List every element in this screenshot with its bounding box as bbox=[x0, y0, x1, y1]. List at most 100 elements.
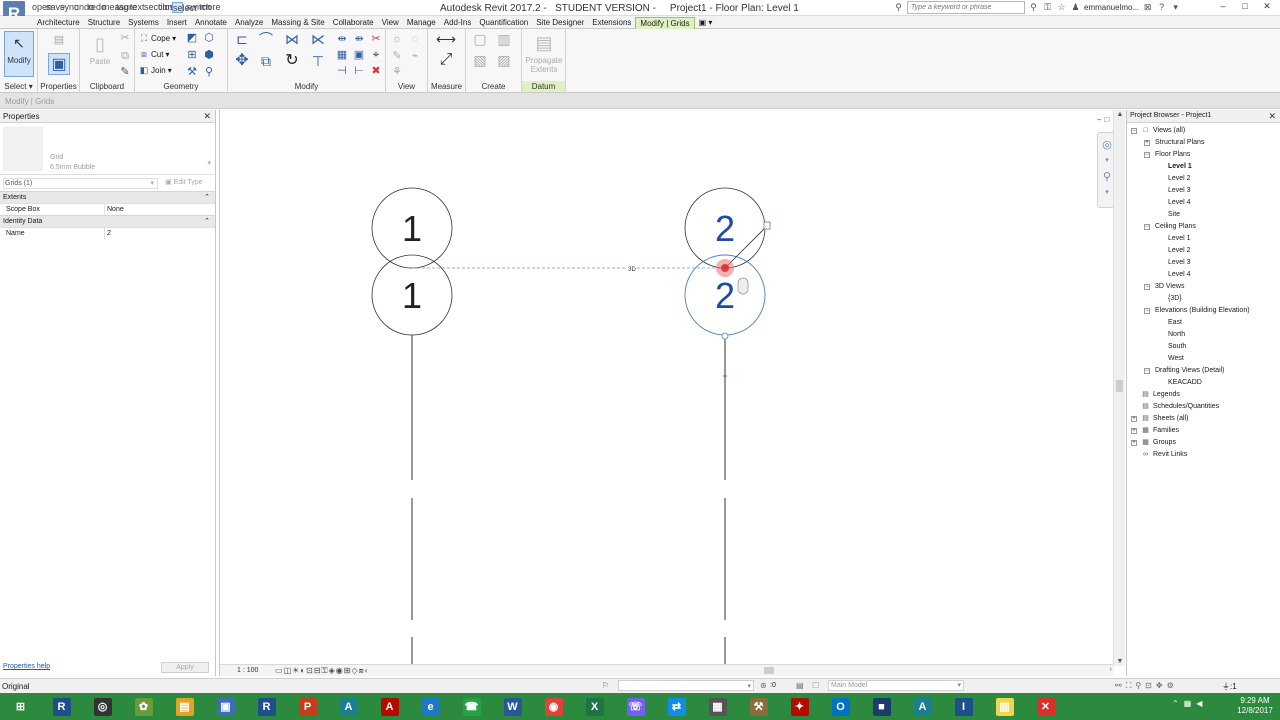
taskbar-viber[interactable]: ☏ bbox=[615, 693, 656, 720]
properties-palette-icon[interactable]: ▣ bbox=[48, 53, 70, 75]
save-icon[interactable]: save bbox=[46, 2, 65, 13]
close-icon[interactable]: ✕ bbox=[203, 111, 211, 122]
drag-on-selection-icon[interactable]: ✥ bbox=[1156, 681, 1163, 691]
taskbar-start[interactable]: ⊞ bbox=[0, 693, 41, 720]
collapse-icon[interactable]: − bbox=[1144, 224, 1150, 230]
browser-node[interactable]: East bbox=[1127, 317, 1280, 329]
user-name[interactable]: emmanuelmo... bbox=[1084, 3, 1139, 12]
propagate-extents-button[interactable]: ▤ Propagate Extents bbox=[524, 32, 564, 74]
tab-structure[interactable]: Structure bbox=[84, 17, 124, 29]
properties-help-link[interactable]: Properties help bbox=[3, 663, 50, 670]
tab-annotate[interactable]: Annotate bbox=[191, 17, 231, 29]
browser-node[interactable]: − Floor Plans bbox=[1127, 149, 1280, 161]
horizontal-scrollbar-thumb[interactable] bbox=[764, 667, 774, 674]
detail-level-icon[interactable]: ▭ bbox=[275, 666, 283, 676]
volume-icon[interactable]: ◀ bbox=[1196, 699, 1202, 708]
split-gap-icon[interactable]: ⇻ bbox=[352, 32, 366, 46]
aligned-dimension-icon[interactable]: ⤢ bbox=[432, 52, 460, 68]
taskbar-whatsapp[interactable]: ☎ bbox=[451, 693, 492, 720]
delete-icon[interactable]: ✖ bbox=[369, 64, 383, 78]
panel-label-select[interactable]: Select ▾ bbox=[0, 81, 37, 92]
view-minimize-button[interactable]: – bbox=[1097, 115, 1101, 124]
chevron-up-icon[interactable]: ⌃ bbox=[1172, 699, 1179, 708]
browser-node[interactable]: ▤ Schedules/Quantities bbox=[1127, 401, 1280, 413]
editing-requests-icon[interactable]: ⊛ bbox=[760, 681, 767, 690]
browser-node[interactable]: − Ceiling Plans bbox=[1127, 221, 1280, 233]
taskbar-autodesk[interactable]: I bbox=[943, 693, 984, 720]
grid-drawing[interactable]: 1 1 3D 2 2 bbox=[220, 110, 1114, 664]
collapse-icon[interactable]: − bbox=[1144, 368, 1150, 374]
expand-icon[interactable]: + bbox=[1131, 428, 1137, 434]
browser-node[interactable]: Site bbox=[1127, 209, 1280, 221]
browser-node[interactable]: Level 4 bbox=[1127, 197, 1280, 209]
browser-node[interactable]: Level 1 bbox=[1127, 233, 1280, 245]
scope-box-value[interactable]: None bbox=[104, 204, 213, 215]
taskbar-word[interactable]: W bbox=[492, 693, 533, 720]
paste-button[interactable]: ▯ Paste bbox=[86, 33, 114, 66]
align-icon[interactable]: ⊏ bbox=[232, 32, 252, 46]
create-group-icon[interactable]: ▧ bbox=[470, 53, 490, 67]
background-processes-icon[interactable]: ⚙ bbox=[1167, 681, 1174, 691]
drag-grip-icon[interactable] bbox=[721, 332, 729, 340]
select-by-face-icon[interactable]: ⊡ bbox=[1145, 681, 1152, 691]
taskbar-pdf[interactable]: ✦ bbox=[779, 693, 820, 720]
scale-icon[interactable]: ▣ bbox=[352, 48, 366, 62]
taskbar-chrome[interactable]: ◉ bbox=[533, 693, 574, 720]
scroll-left-icon[interactable]: ‹ bbox=[365, 666, 368, 676]
measure-between-icon[interactable]: ⟷ bbox=[432, 32, 460, 46]
network-icon[interactable]: ▦ bbox=[1184, 699, 1192, 708]
filter-count[interactable]: ⏚:1 bbox=[1222, 681, 1237, 692]
browser-node[interactable]: ▤ Legends bbox=[1127, 389, 1280, 401]
browser-node[interactable]: − □ Views (all) bbox=[1127, 125, 1280, 137]
scrollbar-thumb[interactable] bbox=[1116, 380, 1123, 392]
scroll-right-icon[interactable]: › bbox=[1110, 666, 1112, 673]
tab-massing-site[interactable]: Massing & Site bbox=[267, 17, 328, 29]
wall-joins-icon[interactable]: ⊞ bbox=[185, 48, 199, 62]
open-icon[interactable]: open bbox=[32, 2, 52, 13]
paint-brush-icon[interactable]: ⚘ bbox=[390, 65, 404, 79]
taskbar-app-3[interactable]: ✿ bbox=[123, 693, 164, 720]
exchange-icon[interactable]: ⊠ bbox=[1142, 2, 1153, 13]
dimension-tag[interactable]: 3D bbox=[628, 267, 636, 273]
sun-path-icon[interactable]: ☀ bbox=[292, 666, 299, 676]
tab-add-ins[interactable]: Add-Ins bbox=[440, 17, 476, 29]
browser-node[interactable]: Level 3 bbox=[1127, 257, 1280, 269]
paint-icon[interactable]: ⬡ bbox=[202, 31, 216, 45]
taskbar-notes[interactable]: ▥ bbox=[984, 693, 1025, 720]
taskbar-edge[interactable]: e bbox=[410, 693, 451, 720]
worksets-icon[interactable]: ⚐ bbox=[602, 681, 609, 690]
worksharing-icon[interactable]: ⊞ bbox=[344, 666, 351, 676]
section-icon[interactable]: section bbox=[144, 2, 173, 13]
pick-icon[interactable]: ⚲ bbox=[202, 65, 216, 79]
subscription-icon[interactable]: ⚿ bbox=[1042, 2, 1053, 13]
switch-icon[interactable]: switch bbox=[186, 2, 211, 13]
taskbar-explorer[interactable]: ▤ bbox=[164, 693, 205, 720]
tab-systems[interactable]: Systems bbox=[124, 17, 163, 29]
taskbar-autocad[interactable]: A bbox=[328, 693, 369, 720]
split-element-icon[interactable]: ⇹ bbox=[335, 32, 349, 46]
cut-button[interactable]: ⧈ Cut ▾ bbox=[139, 49, 169, 60]
taskbar-teamviewer[interactable]: ⇄ bbox=[656, 693, 697, 720]
unpin-icon[interactable]: ✂ bbox=[369, 32, 383, 46]
temporary-hide-icon[interactable]: ◈ bbox=[329, 666, 335, 676]
taskbar-chrome-alt[interactable]: ◎ bbox=[82, 693, 123, 720]
drawing-area[interactable]: 1 1 3D 2 2 – □ ✕ ◎ ▾ ⚲ ▾ ▲ ▼ 1 : 10 bbox=[219, 110, 1125, 676]
visual-style-icon[interactable]: ◫ bbox=[284, 666, 292, 676]
highlight-displacement-icon[interactable]: ⧈ bbox=[359, 666, 364, 676]
binoculars-icon[interactable]: ⚲ bbox=[893, 2, 904, 13]
expand-icon[interactable]: + bbox=[1144, 140, 1150, 146]
taskbar-terminal[interactable]: ■ bbox=[861, 693, 902, 720]
browser-node[interactable]: ∞ Revit Links bbox=[1127, 449, 1280, 461]
lightbulb-icon[interactable]: ☼ bbox=[390, 32, 404, 46]
favorite-star-icon[interactable]: ☆ bbox=[1056, 2, 1067, 13]
close-icon[interactable]: ✕ bbox=[1268, 111, 1276, 122]
lock-icon[interactable] bbox=[763, 221, 771, 230]
linework-icon[interactable]: ⌁ bbox=[408, 49, 422, 63]
expand-icon[interactable]: + bbox=[1131, 440, 1137, 446]
tab-manage[interactable]: Manage bbox=[403, 17, 440, 29]
browser-node[interactable]: + Structural Plans bbox=[1127, 137, 1280, 149]
create-parts-icon[interactable]: ▥ bbox=[494, 32, 514, 46]
taskbar-save[interactable]: ▣ bbox=[205, 693, 246, 720]
measure-icon[interactable]: measure bbox=[102, 2, 137, 13]
tab-insert[interactable]: Insert bbox=[163, 17, 191, 29]
